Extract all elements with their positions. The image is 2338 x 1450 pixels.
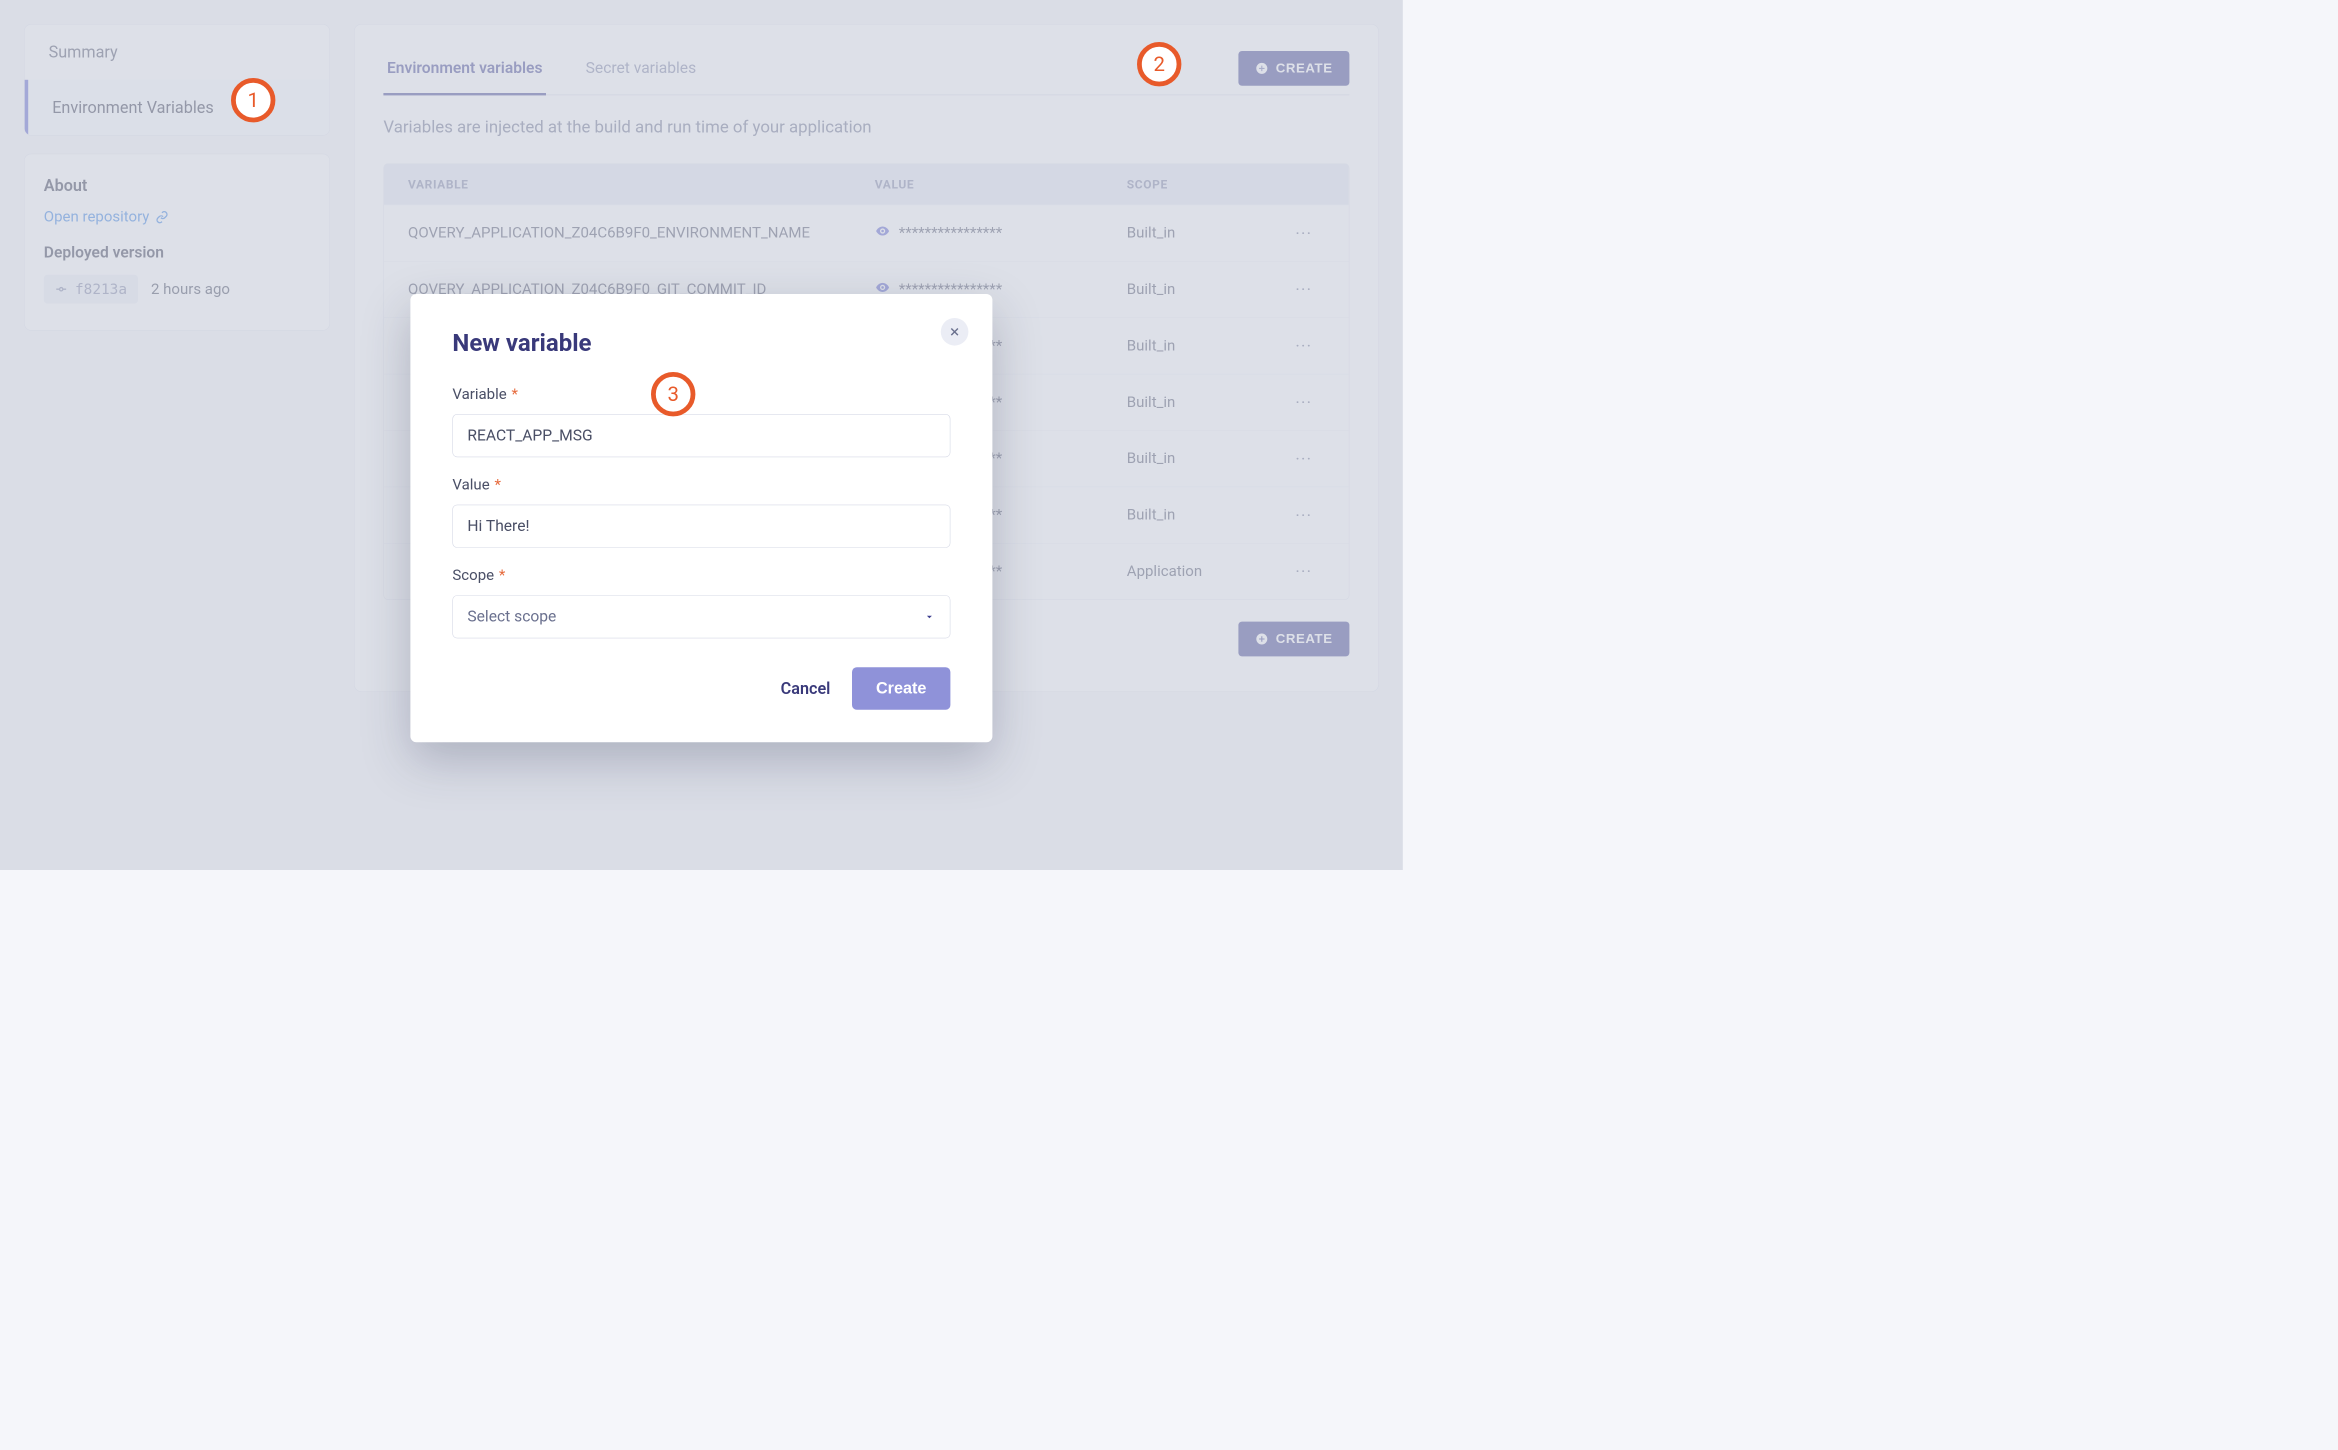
modal-overlay: New variable Variable* Value* Scope* Sel… [0,0,1403,870]
value-input[interactable] [452,505,950,548]
callout-2: 2 [1137,42,1181,86]
scope-label: Scope* [452,567,950,584]
scope-select[interactable]: Select scope [452,595,950,638]
variable-input[interactable] [452,414,950,457]
value-label: Value* [452,476,950,493]
callout-1: 1 [231,78,275,122]
variable-label: Variable* [452,386,950,403]
callout-3: 3 [651,372,695,416]
scope-placeholder: Select scope [467,608,556,626]
chevron-down-icon [923,611,935,623]
close-button[interactable] [941,318,969,346]
cancel-button[interactable]: Cancel [781,679,831,698]
modal-create-button[interactable]: Create [852,667,950,710]
modal-title: New variable [452,329,950,357]
new-variable-modal: New variable Variable* Value* Scope* Sel… [410,294,992,742]
close-icon [948,325,961,338]
